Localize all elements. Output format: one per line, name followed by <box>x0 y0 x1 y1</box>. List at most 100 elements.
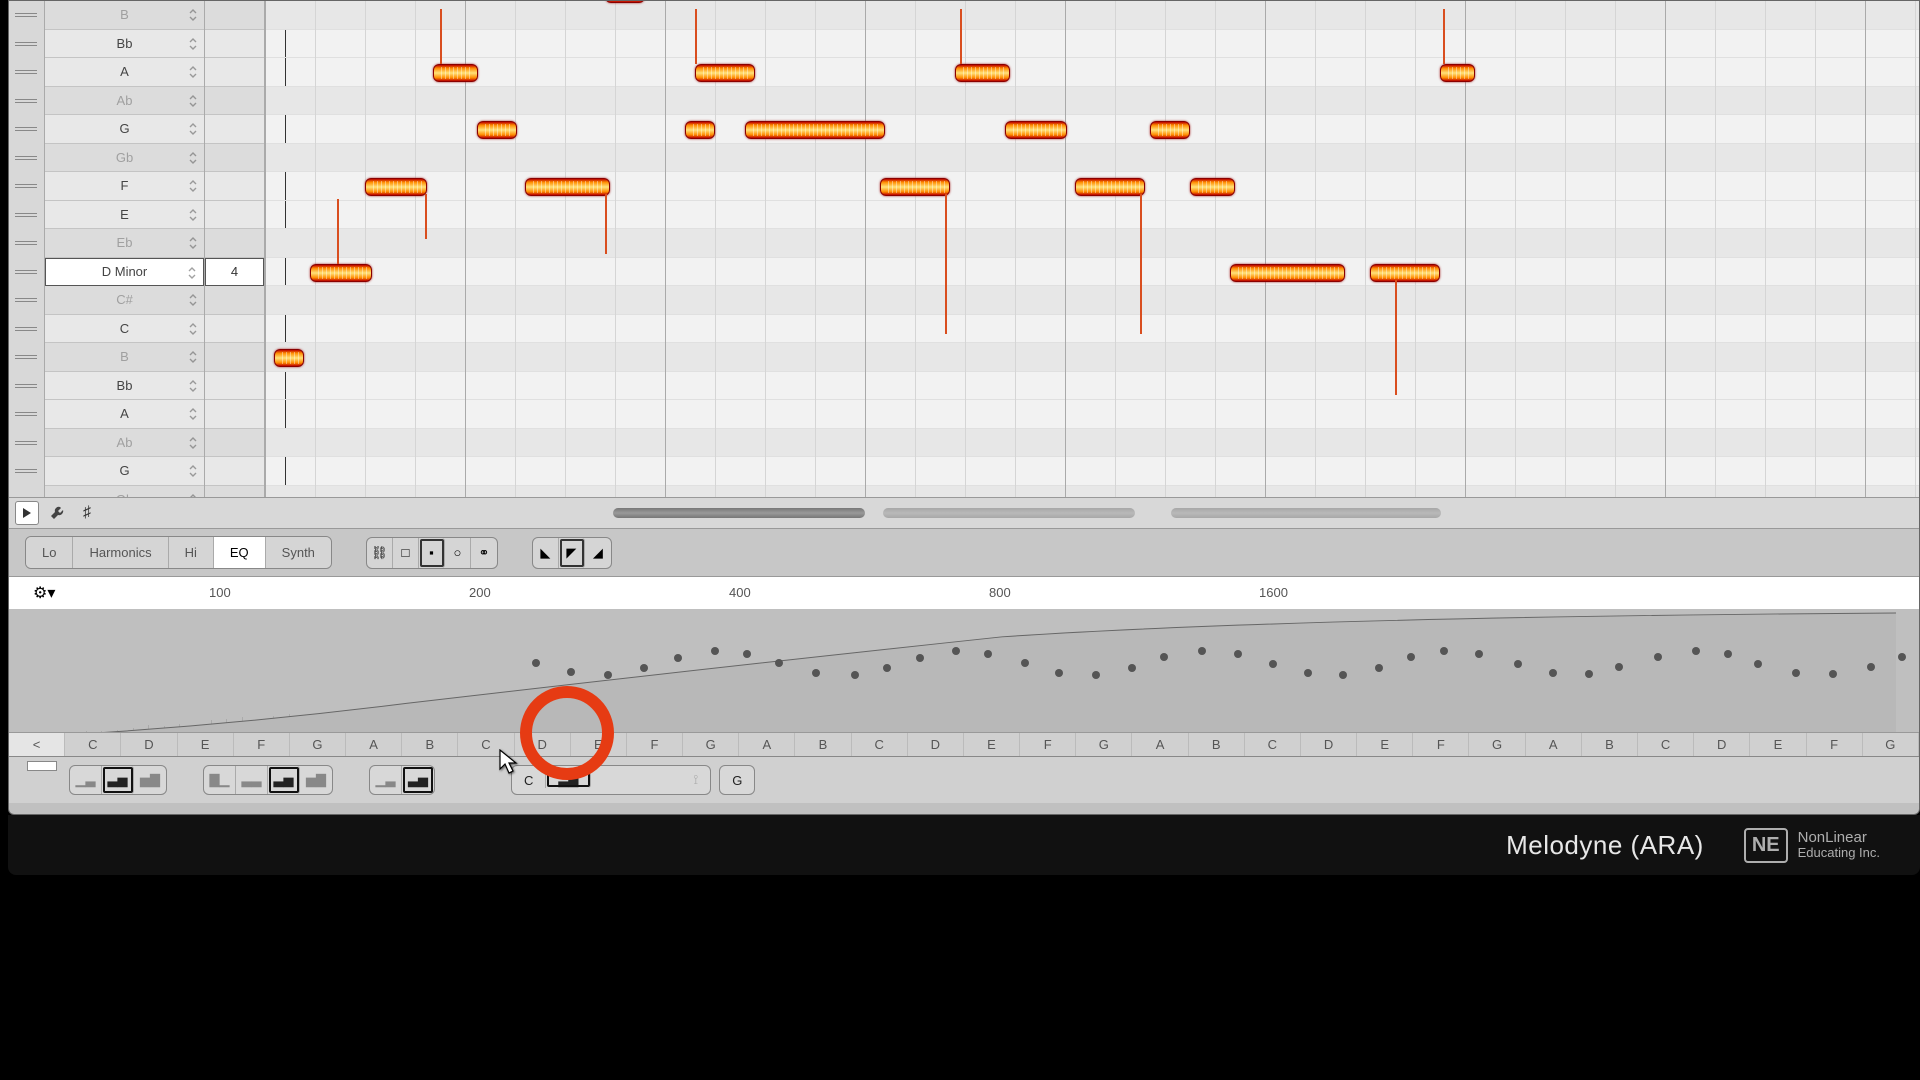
eq-node[interactable] <box>1375 664 1383 672</box>
corner-icon[interactable]: ◤ <box>559 538 585 568</box>
bars2-c-icon[interactable]: ▃▅ <box>268 766 300 794</box>
key-E[interactable]: E <box>964 733 1020 756</box>
note-blob[interactable] <box>745 121 885 139</box>
eq-node[interactable] <box>1549 669 1557 677</box>
key-A[interactable]: A <box>1526 733 1582 756</box>
key-G[interactable]: G <box>683 733 739 756</box>
key-F[interactable]: F <box>627 733 683 756</box>
chevron-updown-icon[interactable] <box>188 180 198 192</box>
eq-node[interactable] <box>1615 663 1623 671</box>
note-blob[interactable] <box>605 1 645 3</box>
link-icon[interactable]: ⛓ <box>367 538 393 568</box>
note-blob[interactable] <box>310 264 372 282</box>
key-B[interactable]: B <box>1582 733 1638 756</box>
key-C[interactable]: C <box>65 733 121 756</box>
key-B[interactable]: B <box>1189 733 1245 756</box>
chevron-updown-icon[interactable] <box>188 294 198 306</box>
drag-handle-column[interactable] <box>9 1 45 497</box>
note-blob[interactable] <box>274 349 304 367</box>
chevron-updown-icon[interactable] <box>188 209 198 221</box>
pitch-row[interactable]: B <box>45 1 204 30</box>
square-icon[interactable]: □ <box>393 538 419 568</box>
chevron-updown-icon[interactable] <box>188 237 198 249</box>
eq-node[interactable] <box>883 664 891 672</box>
eq-node[interactable] <box>812 669 820 677</box>
chevron-updown-icon[interactable] <box>188 380 198 392</box>
key-D[interactable]: D <box>908 733 964 756</box>
key-G[interactable]: G <box>1076 733 1132 756</box>
eq-node[interactable] <box>1514 660 1522 668</box>
note-blob[interactable] <box>1440 64 1475 82</box>
key-D[interactable]: D <box>1301 733 1357 756</box>
note-blob[interactable] <box>880 178 950 196</box>
note-blob[interactable] <box>1370 264 1440 282</box>
root-selector[interactable]: G <box>719 765 755 795</box>
pitch-row[interactable]: A <box>45 400 204 429</box>
key-B[interactable]: B <box>795 733 851 756</box>
note-blob[interactable] <box>955 64 1010 82</box>
note-selector[interactable]: C ▃▅ ⟟ <box>511 765 711 795</box>
pitch-row[interactable]: Ab <box>45 87 204 116</box>
key-A[interactable]: A <box>346 733 402 756</box>
key-C[interactable]: C <box>1638 733 1694 756</box>
key-F[interactable]: F <box>1413 733 1469 756</box>
circle-icon[interactable]: ○ <box>445 538 471 568</box>
eq-node[interactable] <box>1440 647 1448 655</box>
tab-harmonics[interactable]: Harmonics <box>73 537 168 568</box>
chevron-updown-icon[interactable] <box>188 351 198 363</box>
key-F[interactable]: F <box>234 733 290 756</box>
key-E[interactable]: E <box>1357 733 1413 756</box>
eq-node[interactable] <box>1898 653 1906 661</box>
eq-node[interactable] <box>1128 664 1136 672</box>
pitch-row[interactable]: G <box>45 457 204 486</box>
note-blob[interactable] <box>1230 264 1345 282</box>
eq-node[interactable] <box>1792 669 1800 677</box>
pitch-row[interactable]: C <box>45 315 204 344</box>
tab-eq[interactable]: EQ <box>214 537 266 568</box>
overview-waveform[interactable] <box>109 506 1909 520</box>
note-blob[interactable] <box>1005 121 1067 139</box>
key-E[interactable]: E <box>571 733 627 756</box>
note-blob[interactable] <box>433 64 478 82</box>
eq-plot[interactable]: < CDEFGABCDEFGABCDEFGABCDEFGABCDEFG <box>9 609 1919 756</box>
bars3-a-icon[interactable]: ▁▃ <box>370 766 402 794</box>
chevron-updown-icon[interactable] <box>188 152 198 164</box>
note-blob[interactable] <box>1150 121 1190 139</box>
pitch-row[interactable]: G <box>45 115 204 144</box>
chevron-updown-icon[interactable] <box>188 437 198 449</box>
note-blob[interactable] <box>477 121 517 139</box>
tab-lo[interactable]: Lo <box>26 537 73 568</box>
key-G[interactable]: G <box>1469 733 1525 756</box>
note-reset-icon[interactable]: ⟟ <box>681 772 710 788</box>
tab-synth[interactable]: Synth <box>266 537 331 568</box>
note-blob[interactable] <box>1075 178 1145 196</box>
eq-node[interactable] <box>604 671 612 679</box>
pitch-row[interactable]: E <box>45 201 204 230</box>
keyboard-strip[interactable]: < CDEFGABCDEFGABCDEFGABCDEFGABCDEFG <box>9 732 1919 756</box>
eq-node[interactable] <box>743 650 751 658</box>
pitch-row[interactable]: C# <box>45 286 204 315</box>
key-A[interactable]: A <box>739 733 795 756</box>
bars2-b-icon[interactable]: ▃▃ <box>236 766 268 794</box>
eq-node[interactable] <box>1234 650 1242 658</box>
eq-node[interactable] <box>711 647 719 655</box>
bars2-a-icon[interactable]: ▇▁ <box>204 766 236 794</box>
chevron-updown-icon[interactable] <box>187 267 197 279</box>
chevron-updown-icon[interactable] <box>188 38 198 50</box>
eq-node[interactable] <box>532 659 540 667</box>
key-E[interactable]: E <box>178 733 234 756</box>
note-blob[interactable] <box>1190 178 1235 196</box>
key-C[interactable]: C <box>852 733 908 756</box>
pitch-grid[interactable] <box>265 1 1919 497</box>
bars2-d-icon[interactable]: ▅▇ <box>300 766 332 794</box>
chevron-updown-icon[interactable] <box>188 9 198 21</box>
key-G[interactable]: G <box>290 733 346 756</box>
stop-icon[interactable]: ▪ <box>419 538 445 568</box>
pitch-row[interactable]: Eb <box>45 229 204 258</box>
key-D[interactable]: D <box>515 733 571 756</box>
key-A[interactable]: A <box>1132 733 1188 756</box>
tab-hi[interactable]: Hi <box>169 537 214 568</box>
sharp-icon[interactable]: ♯ <box>75 501 99 525</box>
eq-node[interactable] <box>640 664 648 672</box>
bars3-b-icon[interactable]: ▃▅ <box>402 766 434 794</box>
